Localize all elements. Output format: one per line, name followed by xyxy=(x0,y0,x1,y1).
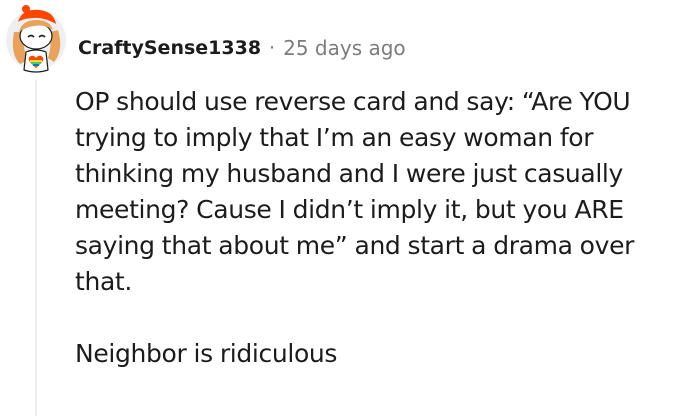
user-avatar[interactable] xyxy=(4,2,68,78)
snoo-avatar-icon xyxy=(6,5,66,73)
comment-body: OP should use reverse card and say: “Are… xyxy=(75,84,690,372)
comment-paragraph: OP should use reverse card and say: “Are… xyxy=(75,87,635,296)
comment-paragraph: Neighbor is ridiculous xyxy=(75,339,338,368)
meta-separator: · xyxy=(269,37,276,59)
username-link[interactable]: CraftySense1338 xyxy=(78,37,261,59)
thread-line[interactable] xyxy=(35,80,37,416)
comment-header: CraftySense1338 · 25 days ago xyxy=(78,33,406,63)
comment: CraftySense1338 · 25 days ago OP should … xyxy=(0,0,700,416)
timestamp-link[interactable]: 25 days ago xyxy=(283,36,406,60)
